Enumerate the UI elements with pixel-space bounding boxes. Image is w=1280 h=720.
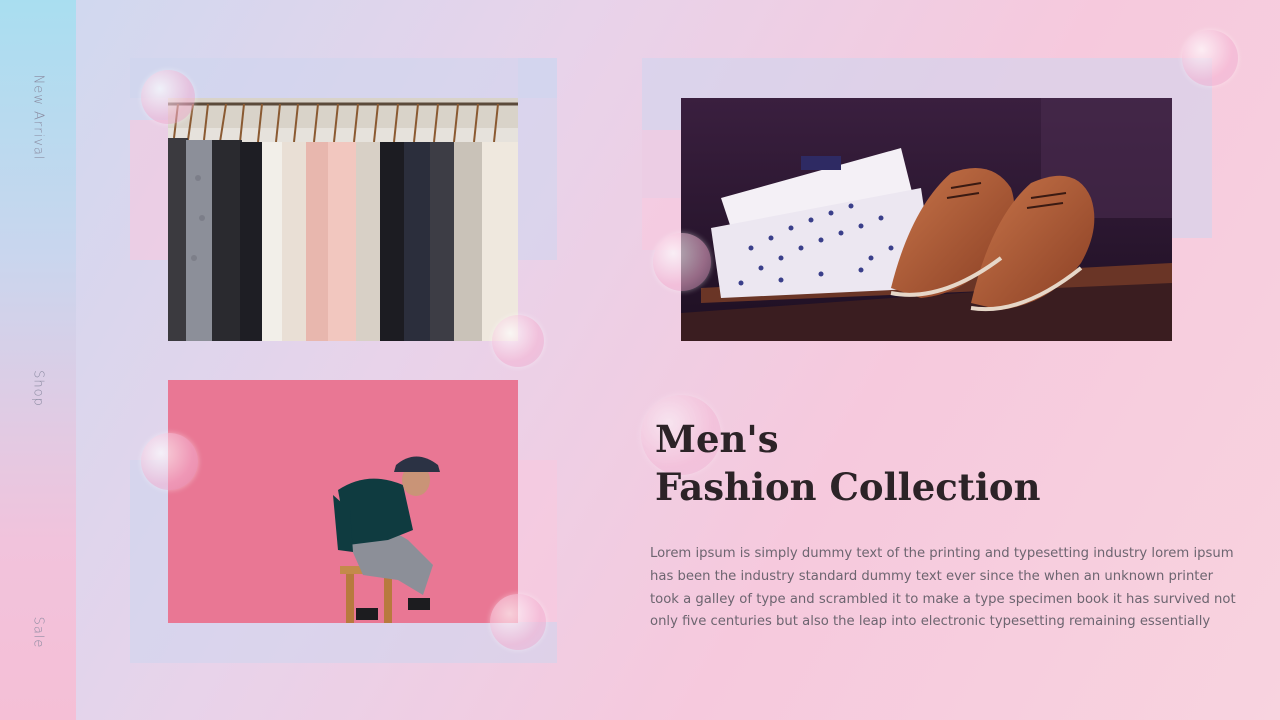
title-line-2: Fashion Collection (655, 465, 1041, 509)
decor-block (130, 120, 168, 260)
decor-bubble (141, 70, 195, 124)
side-nav-sale[interactable]: Sale (31, 617, 46, 649)
photo-frame-top-right-side-r (1172, 98, 1212, 238)
description-text: Lorem ipsum is simply dummy text of the … (650, 543, 1236, 634)
decor-bubble (490, 594, 546, 650)
shirt-and-shoes-photo (681, 98, 1172, 341)
decor-bubble (1182, 30, 1238, 86)
description-line-3: took a galley of type and scrambled it t… (650, 591, 1236, 607)
decor-bubble (653, 233, 711, 291)
page-title: Men's Fashion Collection (655, 415, 1041, 511)
title-line-1: Men's (655, 417, 779, 461)
description-line-1: Lorem ipsum is simply dummy text of the … (650, 546, 1234, 561)
clothes-rack-photo (168, 98, 518, 341)
decor-block (642, 130, 681, 250)
decor-bubble (492, 315, 544, 367)
description-line-2: has been the industry standard dummy tex… (650, 568, 1214, 584)
model-on-pink-wall-photo (168, 380, 518, 623)
photo-frame-top-right (642, 58, 1212, 98)
description-line-4: only five centuries but also the leap in… (650, 614, 1211, 630)
decor-bubble (141, 433, 198, 490)
side-nav-shop[interactable]: Shop (31, 370, 46, 407)
photo-frame-top-left-side (518, 58, 557, 260)
side-nav-new-arrival[interactable]: New Arrival (31, 75, 46, 161)
